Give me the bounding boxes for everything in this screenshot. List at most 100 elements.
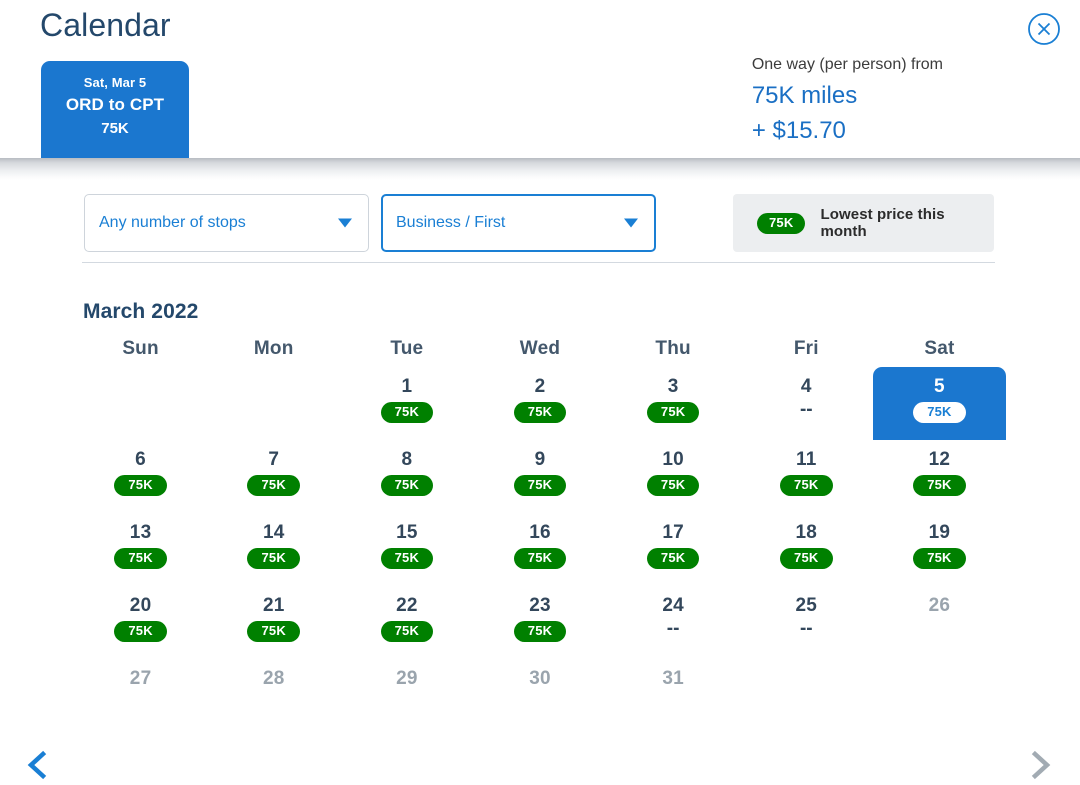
day-number: 3: [668, 374, 679, 399]
day-number: 20: [130, 593, 152, 618]
flight-card-route: ORD to CPT: [41, 92, 189, 118]
day-price-pill: 75K: [913, 475, 965, 496]
calendar-day-20[interactable]: 2075K: [74, 586, 207, 659]
month-title: March 2022: [83, 300, 198, 324]
day-number: 25: [796, 593, 818, 618]
day-price-pill: 75K: [514, 548, 566, 569]
day-number: 23: [529, 593, 551, 618]
calendar-day-18[interactable]: 1875K: [740, 513, 873, 586]
calendar-days-grid: 175K275K375K4--575K675K775K875K975K1075K…: [74, 367, 1006, 732]
calendar-day-24[interactable]: 24--: [607, 586, 740, 659]
calendar-day-16[interactable]: 1675K: [473, 513, 606, 586]
day-of-week-tue: Tue: [340, 338, 473, 367]
calendar-day-7[interactable]: 775K: [207, 440, 340, 513]
chevron-left-icon[interactable]: [16, 741, 60, 785]
legend-label: Lowest price this month: [820, 206, 994, 240]
page-title: Calendar: [40, 4, 171, 46]
day-price-pill: 75K: [247, 475, 299, 496]
day-price-pill: 75K: [514, 402, 566, 423]
calendar-day-31: 31: [607, 659, 740, 732]
calendar-day-10[interactable]: 1075K: [607, 440, 740, 513]
day-of-week-fri: Fri: [740, 338, 873, 367]
close-circle-icon[interactable]: [1027, 12, 1061, 46]
day-price-pill: 75K: [913, 402, 965, 423]
day-of-week-mon: Mon: [207, 338, 340, 367]
day-number: 9: [535, 447, 546, 472]
day-number: 6: [135, 447, 146, 472]
day-price-pill: 75K: [381, 621, 433, 642]
calendar-day-13[interactable]: 1375K: [74, 513, 207, 586]
day-price-pill: 75K: [247, 548, 299, 569]
day-number: 10: [662, 447, 684, 472]
day-number: 4: [801, 374, 812, 399]
day-number: 17: [662, 520, 684, 545]
calendar-day-23[interactable]: 2375K: [473, 586, 606, 659]
calendar-day-21[interactable]: 2175K: [207, 586, 340, 659]
day-number: 8: [401, 447, 412, 472]
day-number: 29: [396, 666, 418, 691]
day-price-pill: 75K: [514, 475, 566, 496]
day-number: 5: [934, 374, 945, 399]
calendar-day-12[interactable]: 1275K: [873, 440, 1006, 513]
stops-filter-select[interactable]: Any number of stops: [84, 194, 369, 252]
day-price-pill: 75K: [514, 621, 566, 642]
day-no-price: --: [800, 618, 813, 640]
day-price-pill: 75K: [913, 548, 965, 569]
calendar-day-3[interactable]: 375K: [607, 367, 740, 440]
calendar-day-27: 27: [74, 659, 207, 732]
day-number: 14: [263, 520, 285, 545]
calendar-day-9[interactable]: 975K: [473, 440, 606, 513]
calendar-day-25[interactable]: 25--: [740, 586, 873, 659]
calendar-grid-wrapper: SunMonTueWedThuFriSat 175K275K375K4--575…: [74, 338, 1006, 732]
modal-header: Calendar Sat, Mar 5 ORD to CPT 75K One w…: [0, 0, 1080, 158]
calendar-day-19[interactable]: 1975K: [873, 513, 1006, 586]
day-price-pill: 75K: [647, 548, 699, 569]
calendar-day-14[interactable]: 1475K: [207, 513, 340, 586]
day-of-week-wed: Wed: [473, 338, 606, 367]
day-of-week-thu: Thu: [607, 338, 740, 367]
calendar-cell-empty: [740, 659, 873, 732]
price-summary-cash: + $15.70: [752, 113, 943, 148]
day-price-pill: 75K: [381, 402, 433, 423]
day-price-pill: 75K: [780, 548, 832, 569]
day-number: 19: [929, 520, 951, 545]
day-number: 26: [929, 593, 951, 618]
selected-flight-card[interactable]: Sat, Mar 5 ORD to CPT 75K: [41, 61, 189, 158]
day-number: 22: [396, 593, 418, 618]
calendar-day-15[interactable]: 1575K: [340, 513, 473, 586]
stops-filter-value: Any number of stops: [99, 214, 246, 232]
day-price-pill: 75K: [114, 548, 166, 569]
calendar-day-4[interactable]: 4--: [740, 367, 873, 440]
calendar-day-1[interactable]: 175K: [340, 367, 473, 440]
day-number: 31: [662, 666, 684, 691]
calendar-day-11[interactable]: 1175K: [740, 440, 873, 513]
day-of-week-sun: Sun: [74, 338, 207, 367]
chevron-down-icon: [338, 219, 352, 228]
calendar-day-2[interactable]: 275K: [473, 367, 606, 440]
chevron-down-icon: [624, 219, 638, 228]
day-number: 21: [263, 593, 285, 618]
cabin-filter-select[interactable]: Business / First: [381, 194, 656, 252]
calendar-day-22[interactable]: 2275K: [340, 586, 473, 659]
chevron-right-icon[interactable]: [1018, 741, 1062, 785]
price-summary: One way (per person) from 75K miles + $1…: [752, 52, 943, 148]
calendar-day-17[interactable]: 1775K: [607, 513, 740, 586]
day-number: 30: [529, 666, 551, 691]
day-number: 16: [529, 520, 551, 545]
calendar-modal: Calendar Sat, Mar 5 ORD to CPT 75K One w…: [0, 0, 1080, 785]
day-number: 28: [263, 666, 285, 691]
calendar-day-6[interactable]: 675K: [74, 440, 207, 513]
calendar-day-29: 29: [340, 659, 473, 732]
day-price-pill: 75K: [114, 475, 166, 496]
calendar-day-28: 28: [207, 659, 340, 732]
calendar-cell-empty: [74, 367, 207, 440]
day-price-pill: 75K: [780, 475, 832, 496]
day-number: 24: [662, 593, 684, 618]
flight-card-price: 75K: [41, 118, 189, 140]
calendar-day-5[interactable]: 575K: [873, 367, 1006, 440]
day-number: 2: [535, 374, 546, 399]
calendar-cell-empty: [207, 367, 340, 440]
calendar-day-8[interactable]: 875K: [340, 440, 473, 513]
calendar-day-30: 30: [473, 659, 606, 732]
cabin-filter-value: Business / First: [396, 214, 505, 232]
